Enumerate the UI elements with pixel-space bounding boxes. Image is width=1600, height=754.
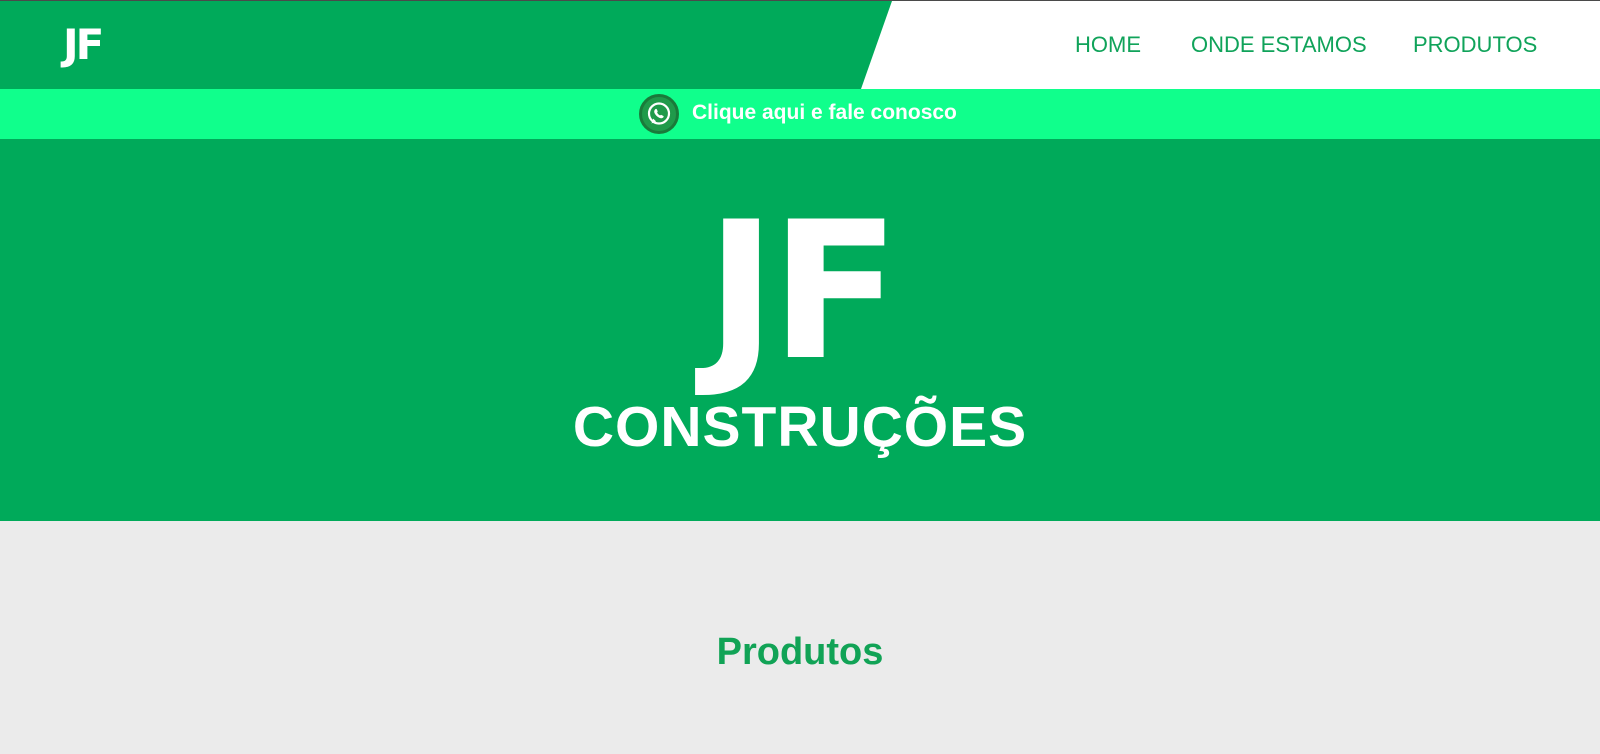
nav-produtos[interactable]: PRODUTOS [1413,32,1537,58]
hero-subtitle: CONSTRUÇÕES [572,395,1028,459]
whatsapp-bar-text: Clique aqui e fale conosco [692,101,957,124]
hero-title: JF [705,181,900,402]
site-logo[interactable]: JF [63,21,104,69]
nav-home[interactable]: HOME [1075,32,1141,58]
site-header: JF HOME ONDE ESTAMOS PRODUTOS [0,0,1600,89]
nav-onde-estamos[interactable]: ONDE ESTAMOS [1191,32,1367,58]
whatsapp-contact-bar[interactable]: Clique aqui e fale conosco [0,89,1600,139]
products-section-title: Produtos [716,631,884,673]
products-section: Produtos [0,521,1600,754]
page: JF HOME ONDE ESTAMOS PRODUTOS Clique aqu… [0,0,1600,754]
whatsapp-icon [639,94,679,134]
hero-banner: JF CONSTRUÇÕES [0,139,1600,521]
